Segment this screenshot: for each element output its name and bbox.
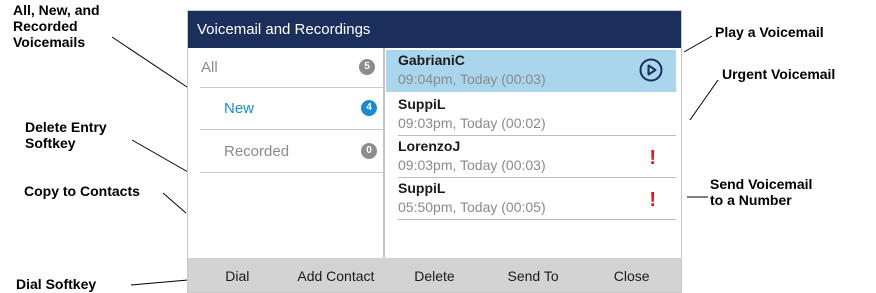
- voicemail-item[interactable]: LorenzoJ 09:03pm, Today (00:03) !: [386, 136, 676, 178]
- voicemail-timestamp: 09:04pm, Today (00:03): [398, 71, 546, 87]
- urgent-icon: !: [649, 189, 656, 211]
- callout-send-voicemail: Send Voicemail to a Number: [710, 176, 813, 208]
- voicemail-item[interactable]: GabrianiC 09:04pm, Today (00:03): [386, 50, 676, 92]
- folder-new-label: New: [224, 99, 255, 117]
- voicemail-caller-name: SuppiL: [398, 96, 446, 112]
- delete-softkey[interactable]: Delete: [385, 258, 484, 292]
- folder-all[interactable]: All 5: [188, 48, 385, 86]
- urgent-icon: !: [649, 147, 656, 169]
- folder-divider: [200, 172, 383, 173]
- callout-copy-to-contacts: Copy to Contacts: [24, 183, 140, 199]
- callout-urgent-voicemail: Urgent Voicemail: [722, 66, 836, 82]
- folder-recorded-count-badge: 0: [361, 143, 377, 159]
- row-divider: [398, 219, 676, 220]
- send-to-softkey[interactable]: Send To: [484, 258, 583, 292]
- folder-recorded-label: Recorded: [224, 142, 290, 160]
- close-softkey[interactable]: Close: [582, 258, 681, 292]
- callout-all-new-recorded: All, New, and Recorded Voicemails: [13, 2, 100, 50]
- folder-all-label: All: [201, 58, 218, 76]
- voicemail-timestamp: 09:03pm, Today (00:03): [398, 157, 546, 173]
- play-icon[interactable]: [639, 58, 663, 82]
- softkey-bar: Dial Add Contact Delete Send To Close: [188, 258, 681, 292]
- dial-softkey[interactable]: Dial: [188, 258, 287, 292]
- voicemail-caller-name: LorenzoJ: [398, 138, 461, 154]
- callout-dial-softkey: Dial Softkey: [16, 276, 97, 292]
- voicemail-timestamp: 09:03pm, Today (00:02): [398, 115, 546, 131]
- voicemail-caller-name: GabrianiC: [398, 52, 465, 68]
- callout-delete-entry: Delete Entry Softkey: [25, 119, 107, 151]
- folder-divider: [200, 87, 383, 88]
- voicemail-item[interactable]: SuppiL 05:50pm, Today (00:05) !: [386, 178, 676, 220]
- phone-screen: Voicemail and Recordings All 5 New 4 Rec…: [187, 10, 682, 293]
- folder-new-count-badge: 4: [361, 100, 377, 116]
- voicemail-item[interactable]: SuppiL 09:03pm, Today (00:02): [386, 94, 676, 136]
- folder-recorded[interactable]: Recorded 0: [188, 132, 385, 170]
- voicemail-caller-name: SuppiL: [398, 180, 446, 196]
- folder-new[interactable]: New 4: [188, 89, 385, 127]
- folder-all-count-badge: 5: [359, 59, 375, 75]
- add-contact-softkey[interactable]: Add Contact: [287, 258, 386, 292]
- voicemail-timestamp: 05:50pm, Today (00:05): [398, 199, 546, 215]
- voicemail-list: GabrianiC 09:04pm, Today (00:03) SuppiL …: [386, 48, 681, 258]
- folder-list: All 5 New 4 Recorded 0: [188, 48, 385, 258]
- callout-play-voicemail: Play a Voicemail: [715, 24, 824, 40]
- screen-title: Voicemail and Recordings: [188, 11, 681, 48]
- folder-divider: [200, 129, 383, 130]
